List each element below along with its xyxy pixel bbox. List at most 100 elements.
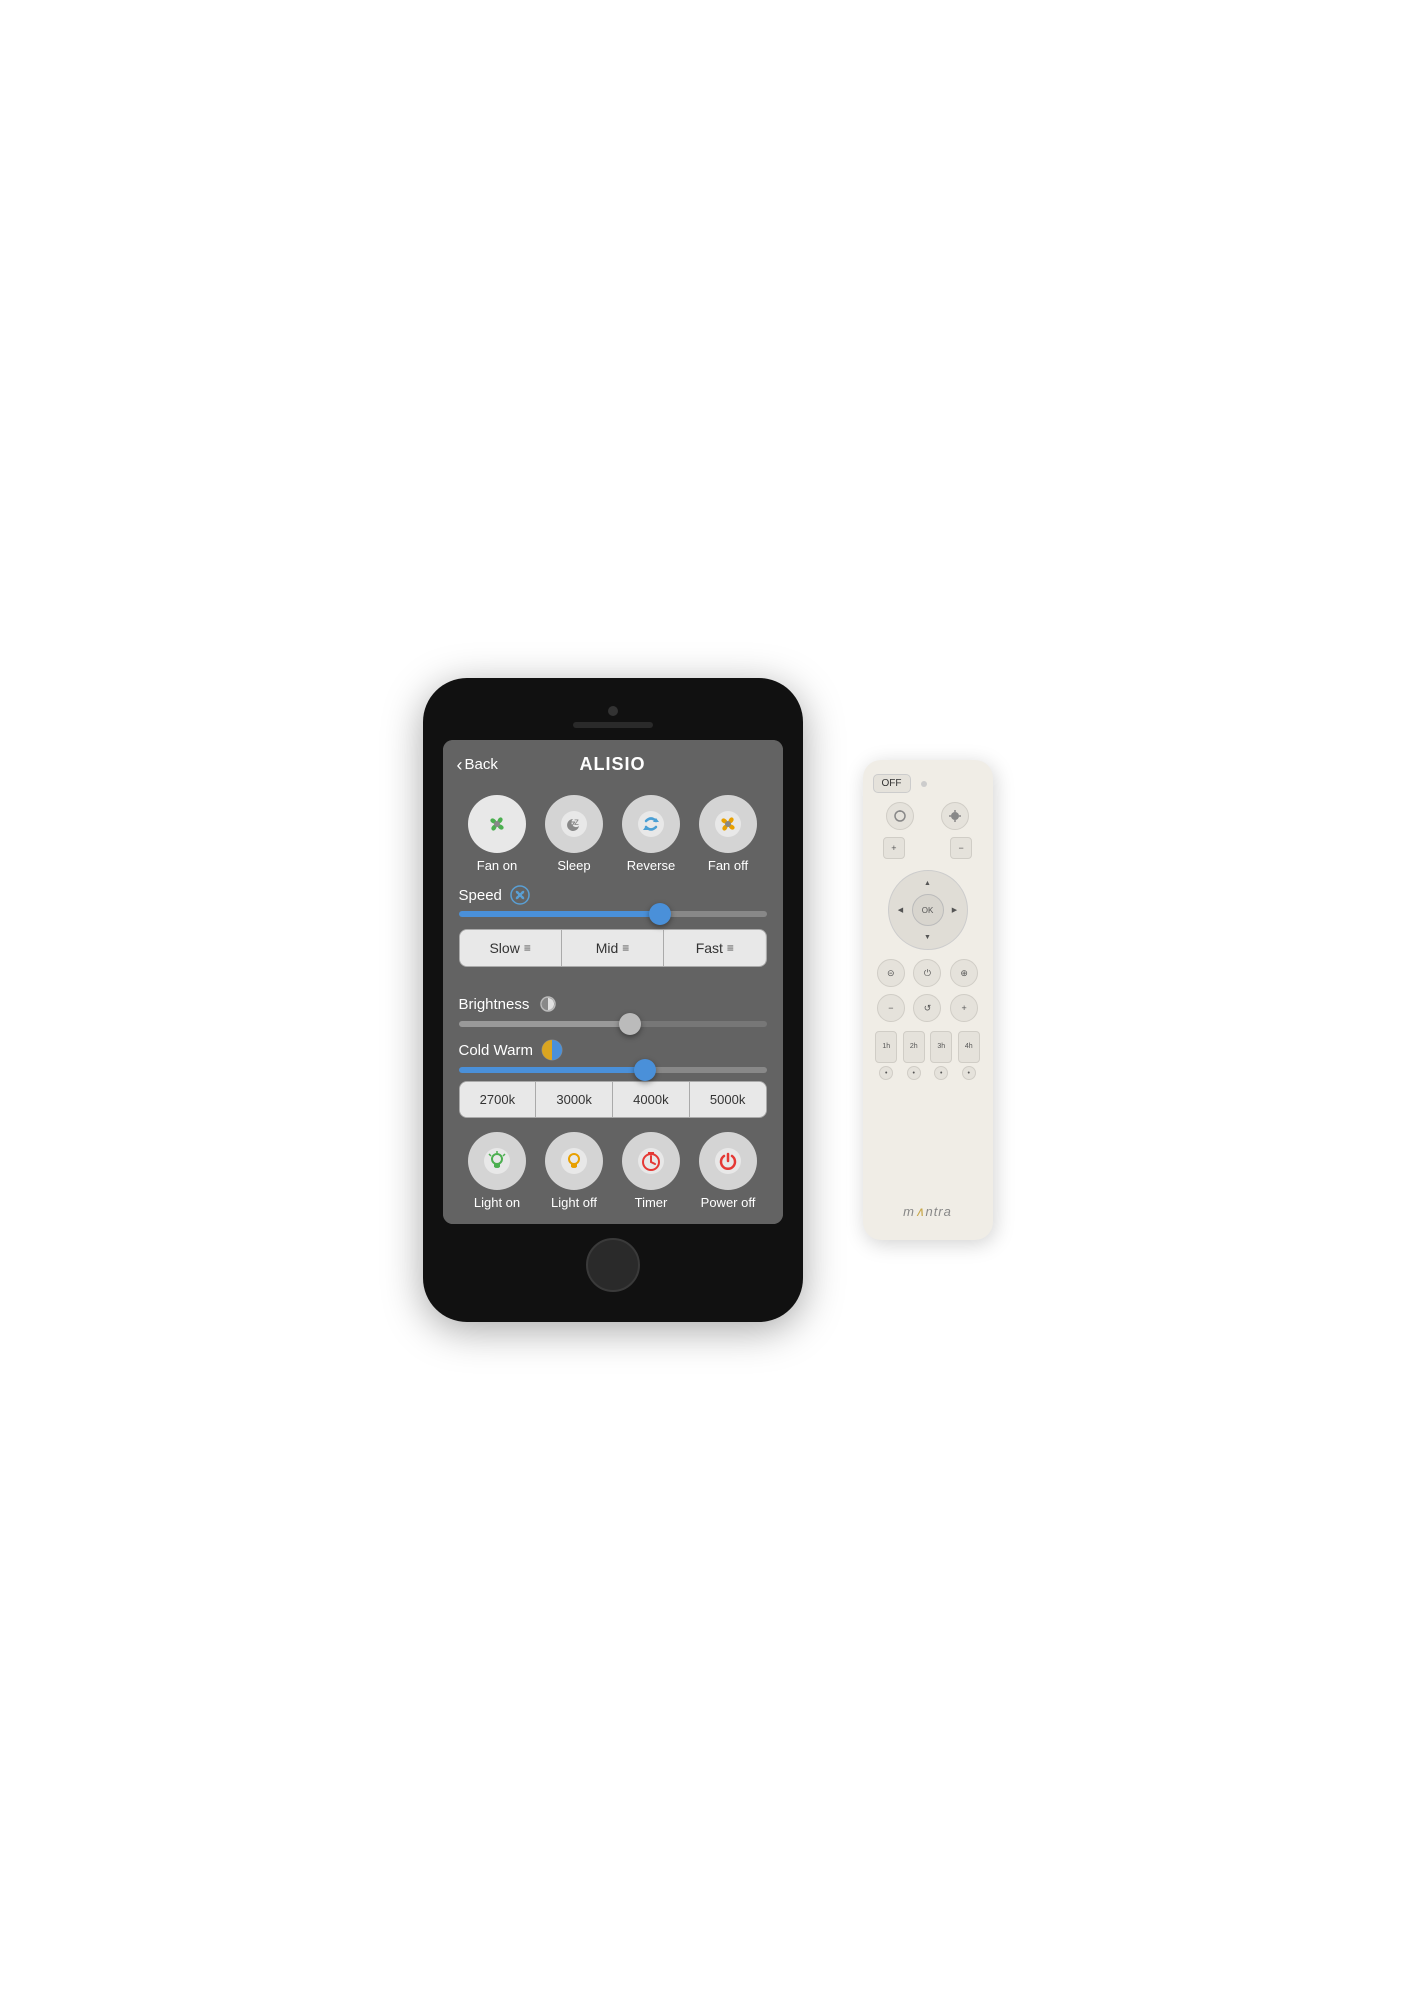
fan-off-circle — [699, 795, 757, 853]
remote-timer-2h-col: 2h • — [903, 1031, 925, 1080]
fan-on-button[interactable]: Fan on — [468, 795, 526, 873]
remote-bright-plus-button[interactable]: + — [883, 837, 905, 859]
power-off-button[interactable]: Power off — [699, 1132, 757, 1210]
light-on-button[interactable]: Light on — [468, 1132, 526, 1210]
remote-bright-minus-button[interactable]: − — [950, 837, 972, 859]
speed-slider[interactable] — [459, 911, 767, 917]
sleep-label: Sleep — [557, 858, 590, 873]
remote-fan-minus-button[interactable]: − — [877, 994, 905, 1022]
remote-timer-3h-small[interactable]: • — [934, 1066, 948, 1080]
scene: ‹ Back ALISIO — [423, 678, 993, 1322]
speed-label: Speed — [459, 887, 502, 904]
speed-mid-label: Mid — [596, 940, 619, 956]
power-off-label: Power off — [701, 1195, 756, 1210]
speed-fan-icon — [510, 885, 530, 905]
timer-label: Timer — [635, 1195, 668, 1210]
remote-fan-row2: − ↺ + — [873, 994, 983, 1022]
remote-timer-4h-button[interactable]: 4h — [958, 1031, 980, 1063]
speed-row: Speed — [459, 885, 767, 905]
phone: ‹ Back ALISIO — [423, 678, 803, 1322]
speed-slow-label: Slow — [489, 940, 519, 956]
cold-warm-row: Cold Warm — [459, 1039, 767, 1061]
remote-timer-2h-small[interactable]: • — [907, 1066, 921, 1080]
color-temp-4000k-button[interactable]: 4000k — [613, 1082, 690, 1117]
remote-fan-slow-button[interactable]: ⊝ — [877, 959, 905, 987]
power-off-circle — [699, 1132, 757, 1190]
speed-slow-icon: ≡ — [524, 941, 531, 955]
remote-timer-row: 1h • 2h • 3h • 4h • — [873, 1031, 983, 1080]
brightness-label: Brightness — [459, 996, 530, 1013]
remote-dpad-down[interactable]: ▼ — [918, 927, 938, 947]
remote-mid-row: + − — [873, 837, 983, 859]
color-temp-buttons: 2700k 3000k 4000k 5000k — [459, 1081, 767, 1118]
cold-warm-slider[interactable] — [459, 1067, 767, 1073]
speed-mid-button[interactable]: Mid ≡ — [562, 930, 664, 966]
screen-header: ‹ Back ALISIO — [443, 740, 783, 785]
speed-fast-button[interactable]: Fast ≡ — [664, 930, 765, 966]
remote-brand-accent: ∧ — [915, 1204, 926, 1219]
phone-screen: ‹ Back ALISIO — [443, 740, 783, 1224]
cold-warm-icon — [541, 1039, 563, 1061]
cold-warm-slider-thumb[interactable] — [634, 1059, 656, 1081]
remote-timer-4h-small[interactable]: • — [962, 1066, 976, 1080]
remote-fan-row1: ⊝ ⏻ ⊕ — [873, 959, 983, 987]
remote-light-dim-button[interactable] — [886, 802, 914, 830]
remote-dpad-left[interactable]: ◀ — [891, 900, 911, 920]
timer-button[interactable]: Timer — [622, 1132, 680, 1210]
fan-on-label: Fan on — [477, 858, 517, 873]
sleep-button[interactable]: z z Sleep — [545, 795, 603, 873]
remote-power-button[interactable]: ⏻ — [913, 959, 941, 987]
speed-slow-button[interactable]: Slow ≡ — [460, 930, 562, 966]
remote-fan-plus-button[interactable]: + — [950, 994, 978, 1022]
remote-light-row — [873, 802, 983, 830]
remote-dpad-center[interactable]: OK — [912, 894, 944, 926]
cold-warm-label: Cold Warm — [459, 1042, 533, 1059]
remote-fan-fast-button[interactable]: ⊕ — [950, 959, 978, 987]
remote-timer-1h-small[interactable]: • — [879, 1066, 893, 1080]
color-temp-5000k-button[interactable]: 5000k — [690, 1082, 766, 1117]
brightness-row: Brightness — [459, 993, 767, 1015]
remote-light-bright-button[interactable] — [941, 802, 969, 830]
screen-title: ALISIO — [579, 754, 645, 775]
color-temp-3000k-button[interactable]: 3000k — [536, 1082, 613, 1117]
speed-fast-label: Fast — [696, 940, 723, 956]
remote-timer-1h-button[interactable]: 1h — [875, 1031, 897, 1063]
light-on-label: Light on — [474, 1195, 520, 1210]
remote-brand: m∧ntra — [903, 1204, 952, 1220]
back-button[interactable]: ‹ Back — [457, 756, 498, 774]
color-temp-5000k-label: 5000k — [710, 1092, 745, 1107]
reverse-circle — [622, 795, 680, 853]
fan-off-button[interactable]: Fan off — [699, 795, 757, 873]
reverse-button[interactable]: Reverse — [622, 795, 680, 873]
remote-off-button[interactable]: OFF — [873, 774, 911, 793]
light-off-circle — [545, 1132, 603, 1190]
remote-dpad: ▲ ▼ ◀ ▶ OK — [888, 870, 968, 950]
phone-home-button[interactable] — [586, 1238, 640, 1292]
remote-dpad-right[interactable]: ▶ — [945, 900, 965, 920]
screen-body: Fan on z z Sleep — [443, 785, 783, 1224]
svg-text:z: z — [574, 817, 579, 828]
fan-off-label: Fan off — [708, 858, 748, 873]
back-label: Back — [465, 756, 498, 773]
brightness-slider-thumb[interactable] — [619, 1013, 641, 1035]
color-temp-4000k-label: 4000k — [633, 1092, 668, 1107]
remote-dpad-up[interactable]: ▲ — [918, 873, 938, 893]
remote-timer-1h-col: 1h • — [875, 1031, 897, 1080]
phone-camera — [608, 706, 618, 716]
remote-top-row: OFF — [873, 774, 983, 793]
color-temp-2700k-button[interactable]: 2700k — [460, 1082, 537, 1117]
speed-mid-icon: ≡ — [622, 941, 629, 955]
remote-fan-reverse-button[interactable]: ↺ — [913, 994, 941, 1022]
brightness-slider[interactable] — [459, 1021, 767, 1027]
remote-timer-3h-button[interactable]: 3h — [930, 1031, 952, 1063]
sleep-circle: z z — [545, 795, 603, 853]
remote-control: OFF + − ▲ ▼ ◀ ▶ OK — [863, 760, 993, 1240]
fan-controls-row: Fan on z z Sleep — [459, 795, 767, 873]
color-temp-3000k-label: 3000k — [556, 1092, 591, 1107]
speed-slider-thumb[interactable] — [649, 903, 671, 925]
light-off-button[interactable]: Light off — [545, 1132, 603, 1210]
remote-timer-2h-button[interactable]: 2h — [903, 1031, 925, 1063]
speed-fast-icon: ≡ — [727, 941, 734, 955]
reverse-label: Reverse — [627, 858, 675, 873]
back-chevron-icon: ‹ — [457, 756, 463, 774]
